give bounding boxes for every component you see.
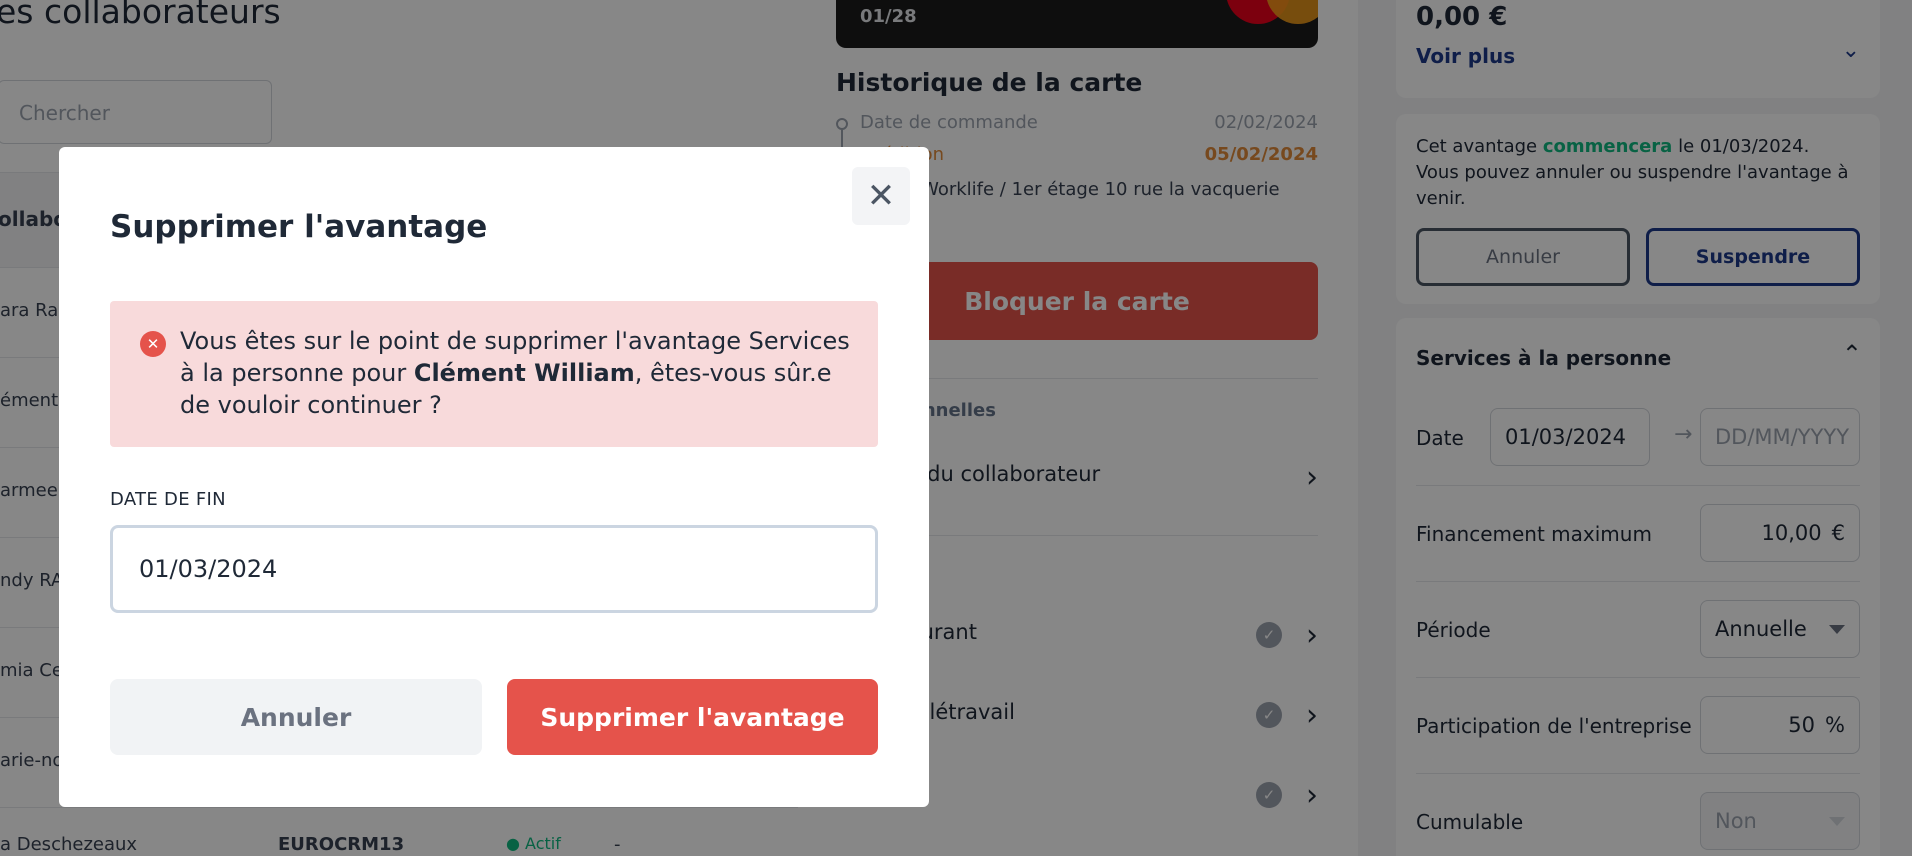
cancel-button[interactable]: Annuler (110, 679, 482, 755)
dialog-title: Supprimer l'avantage (110, 209, 488, 245)
end-date-label: DATE DE FIN (110, 489, 226, 510)
delete-benefit-dialog: ✕ Supprimer l'avantage ✕ Vous êtes sur l… (59, 147, 929, 807)
alert-message: Vous êtes sur le point de supprimer l'av… (180, 325, 860, 421)
error-circle-icon: ✕ (140, 331, 166, 357)
warning-alert: ✕ Vous êtes sur le point de supprimer l'… (110, 301, 878, 447)
alert-employee-name: Clément William (413, 359, 635, 387)
close-icon[interactable]: ✕ (852, 167, 910, 225)
end-date-field[interactable]: 01/03/2024 (110, 525, 878, 613)
delete-benefit-button[interactable]: Supprimer l'avantage (507, 679, 878, 755)
